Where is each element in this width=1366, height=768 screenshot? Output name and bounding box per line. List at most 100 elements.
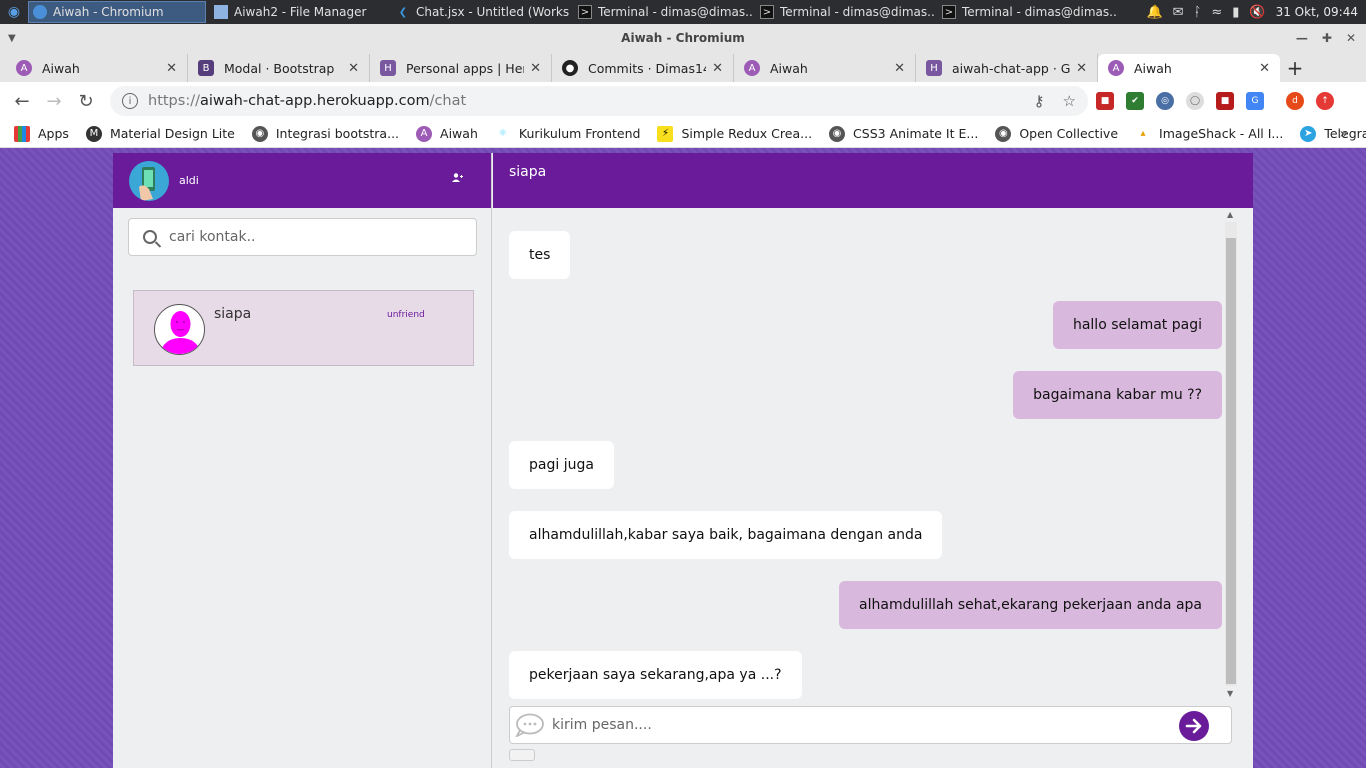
reload-button[interactable]: ↻ xyxy=(70,85,102,117)
extension-icon[interactable]: ◎ xyxy=(1156,92,1174,110)
browser-tab[interactable]: H Personal apps | Hero ✕ xyxy=(370,54,552,82)
message-bubble: pekerjaan saya sekarang,apa ya ...? xyxy=(509,651,802,699)
task-chromium[interactable]: Aiwah - Chromium xyxy=(28,1,206,23)
apps-grid-icon xyxy=(14,125,30,142)
contact-search[interactable] xyxy=(128,218,477,256)
os-taskbar: ◉ Aiwah - Chromium Aiwah2 - File Manager… xyxy=(0,0,1366,24)
volume-muted-icon[interactable]: 🔇 xyxy=(1249,5,1265,20)
browser-tab[interactable]: A Aiwah ✕ xyxy=(734,54,916,82)
tab-close-icon[interactable]: ✕ xyxy=(1259,61,1270,76)
browser-tab[interactable]: Haiwah-chat-app · Git ✕ xyxy=(916,54,1098,82)
message-input[interactable] xyxy=(552,717,1152,733)
tab-close-icon[interactable]: ✕ xyxy=(530,61,541,76)
task-terminal-3[interactable]: > Terminal - dimas@dimas... xyxy=(938,1,1116,23)
maximize-icon[interactable]: ✚ xyxy=(1322,31,1332,45)
task-terminal-1[interactable]: > Terminal - dimas@dimas... xyxy=(574,1,752,23)
window-title: Aiwah - Chromium xyxy=(621,31,745,45)
scrollbar-thumb[interactable] xyxy=(1226,238,1236,684)
terminal-icon: > xyxy=(760,5,774,19)
terminal-icon: > xyxy=(578,5,592,19)
scroll-down-icon[interactable]: ▼ xyxy=(1227,689,1233,698)
browser-tab[interactable]: A Aiwah ✕ xyxy=(6,54,188,82)
page-background: aldi siapa unfrie xyxy=(0,148,1366,768)
add-friend-icon[interactable] xyxy=(452,173,463,185)
window-menu-icon[interactable]: ▼ xyxy=(8,33,16,44)
wifi-icon[interactable]: ≈ xyxy=(1211,5,1222,20)
update-icon[interactable]: ↑ xyxy=(1316,92,1334,110)
chat-app: aldi siapa unfrie xyxy=(113,153,1253,768)
bluetooth-icon[interactable]: ᛛ xyxy=(1194,5,1202,20)
message-bubble: alhamdulillah,kabar saya baik, bagaimana… xyxy=(509,511,943,559)
colorpicker-extension-icon[interactable]: ✔ xyxy=(1126,92,1144,110)
message-bubble: tes xyxy=(509,231,571,279)
minimize-icon[interactable]: — xyxy=(1296,31,1308,45)
window-title-bar: ▼ Aiwah - Chromium — ✚ ✕ xyxy=(0,24,1366,52)
terminal-icon: > xyxy=(942,5,956,19)
tab-close-icon[interactable]: ✕ xyxy=(894,61,905,76)
attachment-box[interactable] xyxy=(509,749,535,761)
message-scrollbar[interactable]: ▲ ▼ xyxy=(1225,210,1237,698)
extension-icon[interactable]: ■ xyxy=(1096,92,1114,110)
avatar[interactable] xyxy=(129,160,169,201)
mdl-icon: M xyxy=(85,125,102,142)
contacts-panel: aldi siapa unfrie xyxy=(113,153,492,768)
task-file-manager[interactable]: Aiwah2 - File Manager xyxy=(210,1,388,23)
aiwah-icon: A xyxy=(744,60,760,76)
bookmarks-overflow-icon[interactable]: » xyxy=(1339,126,1348,142)
extension-icon[interactable]: ◯ xyxy=(1186,92,1204,110)
battery-icon[interactable]: ▮ xyxy=(1232,5,1239,20)
new-tab-button[interactable]: + xyxy=(1280,54,1310,82)
search-input[interactable] xyxy=(169,229,459,245)
key-icon[interactable]: ⚷ xyxy=(1034,92,1045,110)
whisker-menu-icon[interactable]: ◉ xyxy=(0,0,28,24)
forward-button[interactable]: → xyxy=(38,85,70,117)
profile-avatar-icon[interactable]: d xyxy=(1286,92,1304,110)
message-composer[interactable] xyxy=(509,706,1232,744)
browser-tab[interactable]: B Modal · Bootstrap ✕ xyxy=(188,54,370,82)
mail-icon[interactable]: ✉ xyxy=(1173,5,1184,20)
bookmark-item[interactable]: ⚛ Kurikulum Frontend xyxy=(495,126,640,142)
tab-close-icon[interactable]: ✕ xyxy=(712,61,723,76)
browser-tab-active[interactable]: A Aiwah ✕ xyxy=(1098,54,1280,82)
contact-item[interactable]: siapa unfriend xyxy=(133,290,474,366)
arrow-right-icon xyxy=(1185,718,1202,734)
bookmark-item[interactable]: ⚡ Simple Redux Crea... xyxy=(657,125,812,142)
extension-icon[interactable]: ■ xyxy=(1216,92,1234,110)
phone-hand-icon xyxy=(139,166,155,201)
chat-header: siapa xyxy=(493,153,1253,208)
message-bubble: alhamdulillah sehat,ekarang pekerjaan an… xyxy=(839,581,1222,629)
scroll-up-icon[interactable]: ▲ xyxy=(1227,210,1233,219)
bookmark-item[interactable]: A Aiwah xyxy=(416,125,478,142)
bookmark-item[interactable]: ▴ ImageShack - All I... xyxy=(1135,126,1284,142)
bookmark-item[interactable]: ➤Telegram Web xyxy=(1300,125,1366,142)
task-terminal-2[interactable]: > Terminal - dimas@dimas... xyxy=(756,1,934,23)
heroku-icon: H xyxy=(926,60,942,76)
chat-panel: siapa tes hallo selamat pagi bagaimana k… xyxy=(493,153,1253,768)
message-list: tes hallo selamat pagi bagaimana kabar m… xyxy=(509,223,1222,699)
send-button[interactable] xyxy=(1179,711,1209,741)
address-bar[interactable]: i https://aiwah-chat-app.herokuapp.com/c… xyxy=(110,86,1088,116)
site-info-icon[interactable]: i xyxy=(122,93,138,109)
bookmark-item[interactable]: ◉ CSS3 Animate It E... xyxy=(829,125,978,142)
bookmark-item[interactable]: M Material Design Lite xyxy=(85,125,235,142)
back-button[interactable]: ← xyxy=(6,85,38,117)
bell-icon[interactable]: 🔔 xyxy=(1146,5,1162,20)
react-icon: ⚛ xyxy=(498,128,508,139)
bookmark-item[interactable]: ◉ Integrasi bootstra... xyxy=(251,125,399,142)
globe-icon: ◉ xyxy=(829,125,846,142)
tab-close-icon[interactable]: ✕ xyxy=(166,61,177,76)
browser-tab[interactable]: ● Commits · Dimas140 ✕ xyxy=(552,54,734,82)
tab-close-icon[interactable]: ✕ xyxy=(348,61,359,76)
task-vscode[interactable]: ❮ Chat.jsx - Untitled (Works... xyxy=(392,1,570,23)
bookmark-star-icon[interactable]: ☆ xyxy=(1063,92,1076,110)
clock[interactable]: 31 Okt, 09:44 xyxy=(1276,5,1358,19)
bookmark-item[interactable]: ◉ Open Collective xyxy=(995,125,1118,142)
unfriend-link[interactable]: unfriend xyxy=(387,310,425,320)
bookmark-apps[interactable]: Apps xyxy=(14,125,69,142)
close-window-icon[interactable]: ✕ xyxy=(1346,31,1356,45)
google-translate-icon[interactable]: G xyxy=(1246,92,1264,110)
tab-close-icon[interactable]: ✕ xyxy=(1076,61,1087,76)
heroku-icon: H xyxy=(380,60,396,76)
message-bubble: hallo selamat pagi xyxy=(1052,301,1222,349)
extensions-area: ■ ✔ ◎ ◯ ■ G d ↑ xyxy=(1096,82,1334,120)
